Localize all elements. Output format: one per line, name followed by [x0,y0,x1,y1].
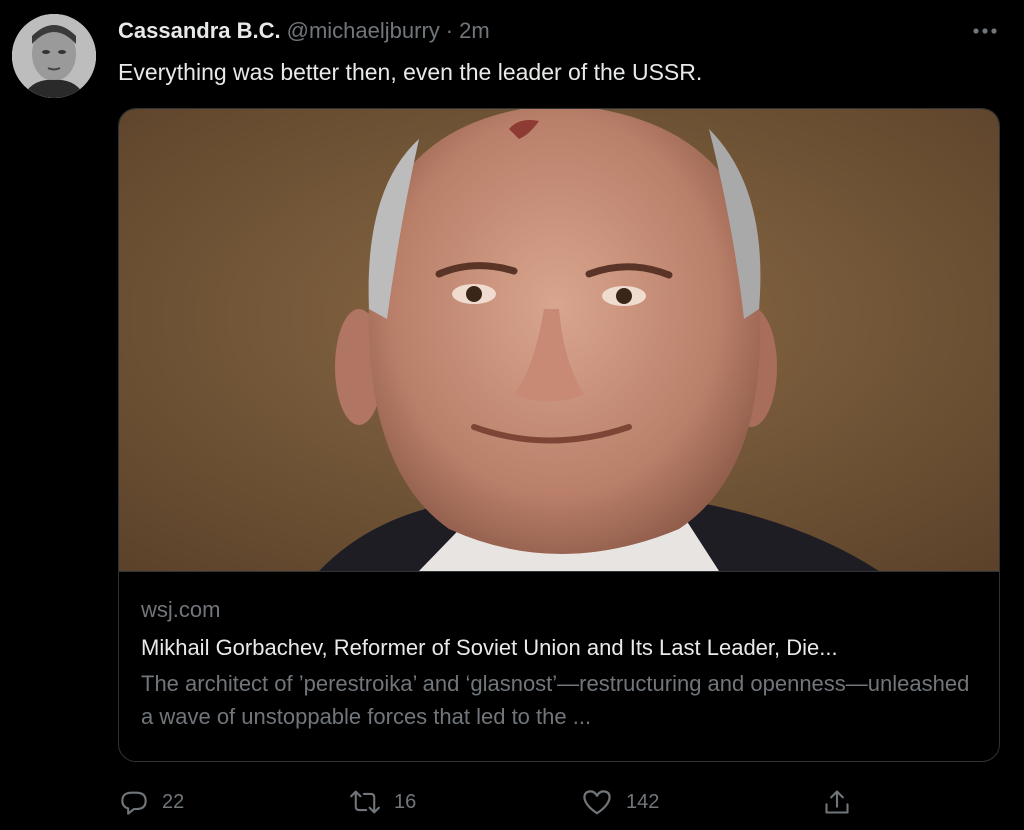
card-domain: wsj.com [141,597,221,622]
timestamp[interactable]: 2m [459,18,490,44]
tweet[interactable]: Cassandra B.C. @michaeljburry · 2m Every… [0,0,1024,830]
reply-count: 22 [162,790,185,813]
tweet-header: Cassandra B.C. @michaeljburry · 2m [118,18,954,50]
retweet-icon [350,790,380,814]
tweet-actions: 22 16 142 [118,784,878,820]
retweet-count: 16 [394,790,417,813]
share-icon [825,790,849,814]
reply-icon [121,791,147,815]
card-title[interactable]: Mikhail Gorbachev, Reformer of Soviet Un… [141,633,975,663]
more-horizontal-icon [973,28,997,34]
avatar[interactable] [12,14,96,98]
more-button[interactable] [968,16,1002,46]
like-count: 142 [626,790,660,813]
separator-dot: · [445,18,454,43]
card-description: The architect of ’perestroika’ and ‘glas… [141,671,970,729]
retweet-button[interactable]: 16 [350,784,416,820]
like-button[interactable]: 142 [582,784,659,820]
heart-icon [583,790,611,815]
reply-button[interactable]: 22 [120,784,184,820]
avatar-image [12,14,96,98]
link-card[interactable]: wsj.com Mikhail Gorbachev, Reformer of S… [118,108,1000,762]
card-image[interactable] [119,109,999,572]
author-name[interactable]: Cassandra B.C. [118,18,281,44]
card-photo [119,109,999,571]
author-handle[interactable]: @michaeljburry [287,18,440,44]
tweet-text: Everything was better then, even the lea… [118,59,703,85]
card-body: wsj.com Mikhail Gorbachev, Reformer of S… [141,595,975,733]
share-button[interactable] [824,784,850,820]
